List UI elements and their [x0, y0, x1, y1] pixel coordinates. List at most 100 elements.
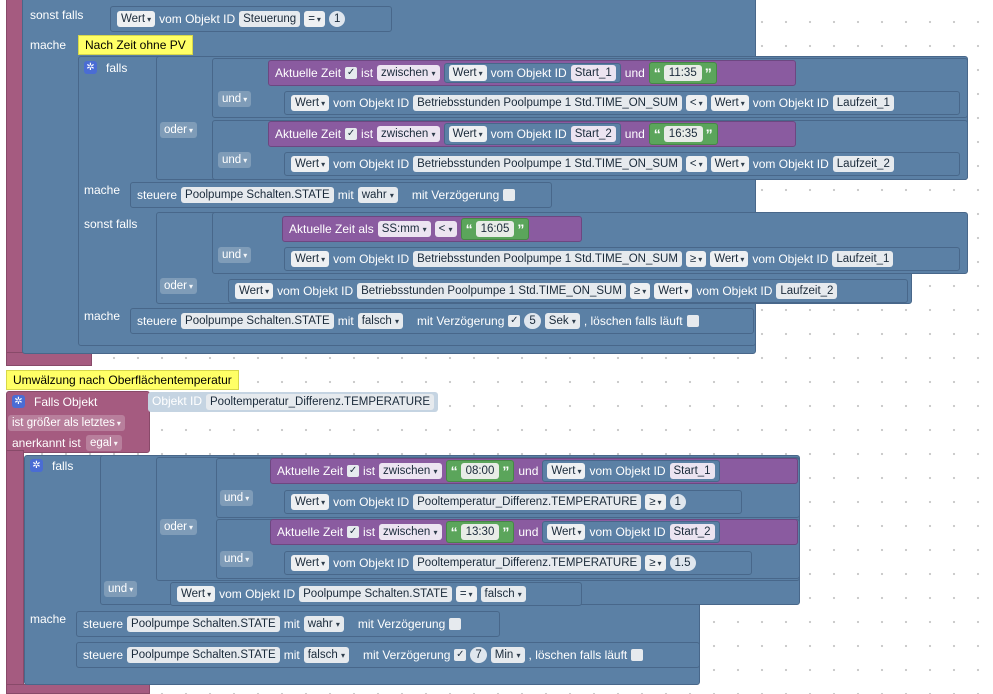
mode-dropdown[interactable]: zwischen ▾	[377, 126, 440, 142]
operator-dropdown[interactable]: < ▾	[685, 95, 707, 111]
oder-dropdown-2[interactable]: oder ▾	[160, 278, 198, 294]
string-block[interactable]: “16:35”	[648, 123, 718, 145]
object-id-field[interactable]: Laufzeit_1	[832, 95, 894, 111]
delay-checkbox[interactable]: ✓	[454, 649, 467, 661]
compare-block-5[interactable]: Wert ▾ vom Objekt ID Pooltemperatur_Diffe…	[284, 490, 742, 514]
object-id-field[interactable]: Poolpumpe Schalten.STATE	[181, 187, 334, 203]
object-id-block[interactable]: Objekt ID Pooltemperatur_Differenz.TEMPE…	[148, 392, 439, 412]
object-id-field[interactable]: Pooltemperatur_Differenz.TEMPERATURE	[206, 394, 435, 410]
compare-block-1[interactable]: Wert ▾ vom Objekt ID Betriebsstunden Pool…	[284, 91, 960, 115]
control-block-1[interactable]: steuere Poolpumpe Schalten.STATE mit wah…	[130, 182, 552, 208]
object-id-field[interactable]: Poolpumpe Schalten.STATE	[127, 616, 280, 632]
time-format-compare[interactable]: Aktuelle Zeit als SS:mm ▾ < ▾ “16:05”	[282, 216, 582, 242]
oder-dropdown-3[interactable]: oder ▾	[160, 519, 198, 535]
number-field[interactable]: 1.5	[669, 555, 696, 571]
ack-dropdown[interactable]: egal ▾	[86, 435, 122, 451]
object-id-field[interactable]: Laufzeit_2	[776, 283, 838, 299]
operator-dropdown[interactable]: ≥ ▾	[645, 494, 666, 510]
compare-block-2[interactable]: Wert ▾ vom Objekt ID Betriebsstunden Pool…	[284, 152, 960, 176]
string-block[interactable]: “13:30”	[445, 521, 515, 543]
checkbox[interactable]: ✓	[345, 67, 358, 79]
unit-dropdown[interactable]: Sek ▾	[544, 313, 580, 329]
format-dropdown[interactable]: SS:mm ▾	[377, 221, 431, 237]
operator-dropdown[interactable]: ≥ ▾	[685, 251, 707, 267]
und-dropdown-4[interactable]: und ▾	[220, 490, 254, 506]
und-dropdown-5[interactable]: und ▾	[220, 551, 254, 567]
delay-checkbox[interactable]: ✓	[508, 315, 521, 327]
compare-block-4[interactable]: Wert ▾ vom Objekt ID Betriebsstunden Pool…	[228, 279, 908, 303]
object-id-field[interactable]: Poolpumpe Schalten.STATE	[299, 586, 452, 602]
control-block-2[interactable]: steuere Poolpumpe Schalten.STATE mit fal…	[130, 308, 754, 334]
value-dropdown[interactable]: wahr ▾	[357, 187, 398, 203]
number-field[interactable]: 1	[328, 11, 346, 27]
object-id-field[interactable]: Laufzeit_2	[832, 156, 894, 172]
number-field[interactable]: 1	[669, 494, 686, 510]
value-dropdown[interactable]: falsch ▾	[480, 586, 526, 602]
get-value-block[interactable]: Wert ▾ vom Objekt ID Start_2	[443, 123, 621, 145]
string-block[interactable]: “08:00”	[445, 460, 515, 482]
compare-block-6[interactable]: Wert ▾ vom Objekt ID Pooltemperatur_Diffe…	[284, 551, 752, 575]
object-id-field[interactable]: Start_2	[570, 126, 616, 142]
und-dropdown-3[interactable]: und ▾	[218, 247, 252, 263]
delay-number[interactable]: 5	[524, 313, 541, 329]
mode-dropdown[interactable]: zwischen ▾	[377, 65, 440, 81]
checkbox[interactable]: ✓	[347, 465, 360, 477]
checkbox[interactable]: ✓	[345, 128, 358, 140]
compare-block-7[interactable]: Wert ▾ vom Objekt ID Poolpumpe Schalten.S…	[170, 582, 582, 606]
und-dropdown-2[interactable]: und ▾	[218, 152, 252, 168]
delay-number[interactable]: 7	[470, 647, 487, 663]
gear-icon[interactable]: ✲	[30, 459, 43, 472]
object-id-field[interactable]: Start_1	[570, 65, 616, 81]
mode-dropdown[interactable]: zwischen ▾	[379, 524, 442, 540]
und-dropdown-outer[interactable]: und ▾	[104, 581, 138, 597]
unit-dropdown[interactable]: Min ▾	[490, 647, 525, 663]
string-block[interactable]: “11:35”	[648, 62, 717, 84]
time-compare-2[interactable]: Aktuelle Zeit ✓ ist zwischen ▾ Wert ▾ vom…	[268, 121, 796, 147]
operator-dropdown[interactable]: < ▾	[434, 221, 457, 237]
object-id-field[interactable]: Pooltemperatur_Differenz.TEMPERATURE	[413, 494, 642, 510]
value-dropdown[interactable]: falsch ▾	[303, 647, 349, 663]
object-id-field[interactable]: Laufzeit_1	[832, 251, 894, 267]
object-id-field[interactable]: Start_2	[669, 524, 715, 540]
gear-icon[interactable]: ✲	[12, 395, 25, 408]
delay-checkbox[interactable]	[449, 618, 462, 630]
delay-checkbox[interactable]	[503, 189, 516, 201]
object-id-field[interactable]: Betriebsstunden Poolpumpe 1 Std.TIME_ON_…	[413, 95, 682, 111]
object-id-field[interactable]: Betriebsstunden Poolpumpe 1 Std.TIME_ON_…	[357, 283, 626, 299]
comment-bubble[interactable]: Nach Zeit ohne PV	[78, 35, 193, 55]
object-id-field[interactable]: Betriebsstunden Poolpumpe 1 Std.TIME_ON_…	[413, 251, 682, 267]
object-id-field[interactable]: Poolpumpe Schalten.STATE	[127, 647, 280, 663]
time-compare-3[interactable]: Aktuelle Zeit ✓ ist zwischen ▾ “08:00” u…	[270, 458, 798, 484]
comment-bubble-2[interactable]: Umwälzung nach Oberflächentemperatur	[6, 370, 239, 390]
trigger-dropdown[interactable]: ist größer als letztes ▾	[8, 415, 125, 431]
object-id-field[interactable]: Steuerung	[239, 11, 301, 27]
prop-dropdown[interactable]: Wert ▾	[117, 11, 156, 27]
compare-block-3[interactable]: Wert ▾ vom Objekt ID Betriebsstunden Pool…	[284, 247, 960, 271]
operator-dropdown[interactable]: ≥ ▾	[645, 555, 666, 571]
clear-checkbox[interactable]	[631, 649, 644, 661]
time-compare-4[interactable]: Aktuelle Zeit ✓ ist zwischen ▾ “13:30” u…	[270, 519, 798, 545]
control-block-4[interactable]: steuere Poolpumpe Schalten.STATE mit fal…	[76, 642, 700, 668]
mode-dropdown[interactable]: zwischen ▾	[379, 463, 442, 479]
control-block-3[interactable]: steuere Poolpumpe Schalten.STATE mit wah…	[76, 611, 500, 637]
operator-dropdown[interactable]: ≥ ▾	[629, 283, 651, 299]
string-block[interactable]: “16:05”	[460, 218, 530, 240]
clear-checkbox[interactable]	[686, 315, 699, 327]
object-id-field[interactable]: Start_1	[669, 463, 715, 479]
object-id-field[interactable]: Poolpumpe Schalten.STATE	[181, 313, 334, 329]
checkbox[interactable]: ✓	[347, 526, 360, 538]
get-value-block[interactable]: Wert ▾ vom Objekt ID Start_1	[542, 460, 720, 482]
object-id-field[interactable]: Pooltemperatur_Differenz.TEMPERATURE	[413, 555, 642, 571]
gear-icon[interactable]: ✲	[84, 61, 97, 74]
operator-dropdown[interactable]: = ▾	[304, 11, 325, 27]
value-dropdown[interactable]: falsch ▾	[357, 313, 403, 329]
time-compare-1[interactable]: Aktuelle Zeit ✓ ist zwischen ▾ Wert ▾ vom…	[268, 60, 796, 86]
object-id-field[interactable]: Betriebsstunden Poolpumpe 1 Std.TIME_ON_…	[413, 156, 682, 172]
value-dropdown[interactable]: wahr ▾	[303, 616, 344, 632]
get-value-block[interactable]: Wert ▾ vom Objekt ID Start_2	[542, 521, 720, 543]
und-dropdown-1[interactable]: und ▾	[218, 91, 252, 107]
oder-dropdown[interactable]: oder ▾	[160, 122, 198, 138]
operator-dropdown[interactable]: = ▾	[455, 586, 477, 602]
top-compare-block[interactable]: Wert ▾ vom Objekt ID Steuerung = ▾ 1	[110, 6, 392, 32]
operator-dropdown[interactable]: < ▾	[685, 156, 707, 172]
